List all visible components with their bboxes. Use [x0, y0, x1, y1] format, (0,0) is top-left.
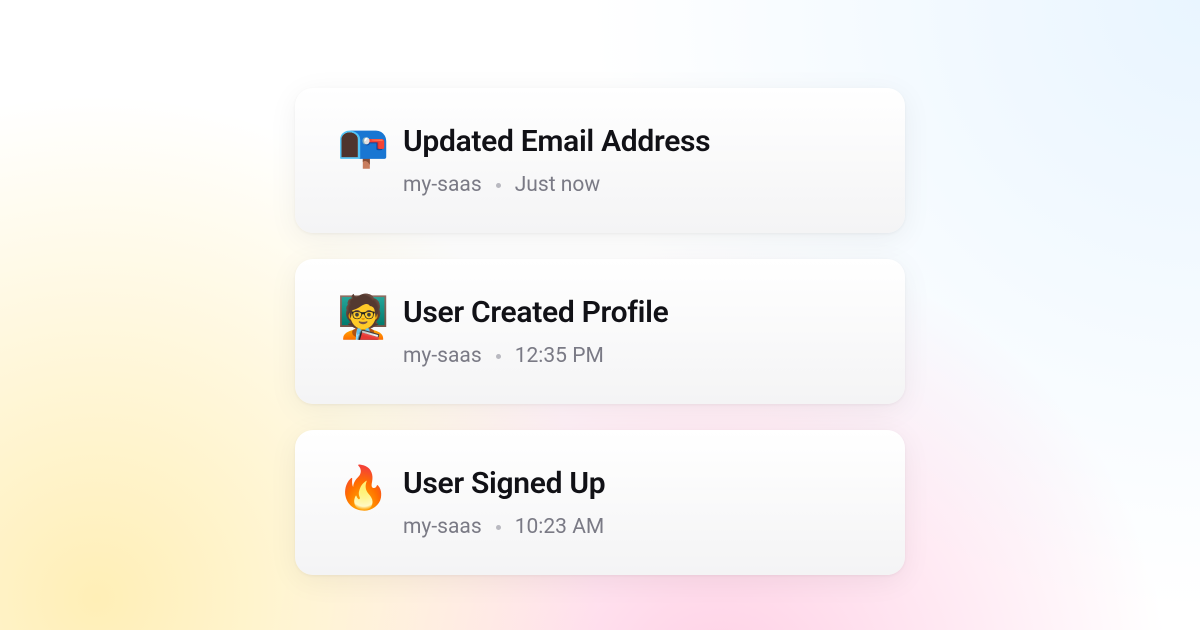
event-meta: my-saas Just now — [403, 173, 863, 197]
event-content: User Created Profile my-saas 12:35 PM — [403, 295, 863, 368]
separator-dot — [496, 525, 501, 530]
event-time: Just now — [515, 173, 600, 197]
mailbox-icon: 📭 — [337, 126, 397, 168]
event-card[interactable]: 🔥 User Signed Up my-saas 10:23 AM — [295, 430, 905, 575]
event-project: my-saas — [403, 344, 482, 368]
event-title: User Created Profile — [403, 295, 863, 330]
teacher-icon: 🧑‍🏫 — [337, 297, 397, 339]
event-content: Updated Email Address my-saas Just now — [403, 124, 863, 197]
event-meta: my-saas 10:23 AM — [403, 515, 863, 539]
event-title: Updated Email Address — [403, 124, 863, 159]
event-meta: my-saas 12:35 PM — [403, 344, 863, 368]
event-time: 10:23 AM — [515, 515, 605, 539]
event-time: 12:35 PM — [515, 344, 604, 368]
event-content: User Signed Up my-saas 10:23 AM — [403, 466, 863, 539]
event-project: my-saas — [403, 515, 482, 539]
event-card[interactable]: 🧑‍🏫 User Created Profile my-saas 12:35 P… — [295, 259, 905, 404]
event-project: my-saas — [403, 173, 482, 197]
separator-dot — [496, 354, 501, 359]
event-feed: 📭 Updated Email Address my-saas Just now… — [0, 0, 1200, 630]
event-card[interactable]: 📭 Updated Email Address my-saas Just now — [295, 88, 905, 233]
fire-icon: 🔥 — [337, 468, 397, 510]
separator-dot — [496, 183, 501, 188]
event-title: User Signed Up — [403, 466, 863, 501]
